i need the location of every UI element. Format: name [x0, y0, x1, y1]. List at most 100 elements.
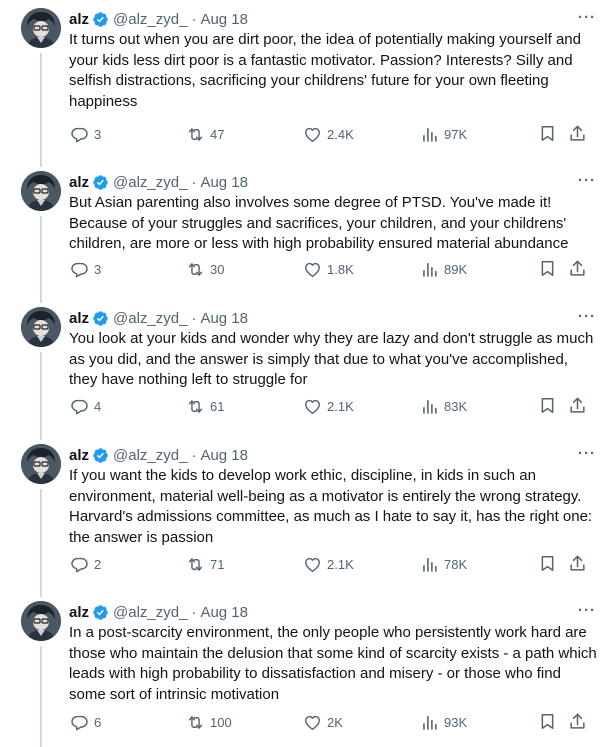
repost-count: 61: [210, 398, 225, 414]
reply-count: 6: [94, 714, 102, 730]
verified-icon: [92, 11, 109, 28]
reply-button[interactable]: 3: [70, 259, 101, 279]
tweet-text: But Asian parenting also involves some d…: [69, 194, 569, 253]
separator: ·: [191, 446, 197, 464]
like-button[interactable]: 2.1K: [303, 396, 354, 416]
repost-button[interactable]: 30: [186, 259, 224, 279]
repost-count: 47: [210, 126, 225, 142]
author-name[interactable]: alz: [69, 310, 89, 327]
share-icon[interactable]: [568, 124, 587, 143]
like-count: 2K: [327, 714, 343, 730]
avatar[interactable]: [21, 8, 61, 48]
more-icon[interactable]: ···: [578, 308, 596, 325]
tweet-text: It turns out when you are dirt poor, the…: [69, 31, 581, 110]
action-bar: 2 71 2.1K 78K: [0, 554, 614, 576]
view-count: 93K: [444, 714, 468, 730]
author-handle[interactable]: @alz_zyd_: [113, 11, 187, 28]
more-icon[interactable]: ···: [578, 602, 596, 619]
repost-icon: [186, 125, 205, 144]
like-icon: [303, 397, 322, 416]
author-handle[interactable]: @alz_zyd_: [113, 310, 187, 327]
repost-icon: [186, 713, 205, 732]
tweet-date[interactable]: Aug 18: [200, 447, 248, 464]
views-button[interactable]: 83K: [420, 396, 467, 416]
tweet-date[interactable]: Aug 18: [200, 310, 248, 327]
like-count: 1.8K: [327, 261, 354, 277]
author-name[interactable]: alz: [69, 447, 89, 464]
repost-icon: [186, 397, 205, 416]
author-name[interactable]: alz: [69, 11, 89, 28]
author-name[interactable]: alz: [69, 174, 89, 191]
thread-line: [40, 53, 42, 167]
share-icon[interactable]: [568, 712, 587, 731]
separator: ·: [191, 173, 197, 191]
avatar[interactable]: [21, 171, 61, 211]
reply-count: 4: [94, 398, 102, 414]
repost-button[interactable]: 71: [186, 554, 224, 574]
bookmark-icon[interactable]: [538, 124, 557, 143]
separator: ·: [191, 603, 197, 621]
views-icon: [420, 555, 439, 574]
tweet-date[interactable]: Aug 18: [200, 174, 248, 191]
reply-button[interactable]: 2: [70, 554, 101, 574]
like-icon: [303, 260, 322, 279]
repost-button[interactable]: 100: [186, 712, 232, 732]
tweet-date[interactable]: Aug 18: [200, 604, 248, 621]
reply-button[interactable]: 3: [70, 124, 101, 144]
action-bar: 4 61 2.1K 83K: [0, 396, 614, 418]
like-button[interactable]: 1.8K: [303, 259, 354, 279]
repost-count: 100: [210, 714, 232, 730]
repost-icon: [186, 260, 205, 279]
views-button[interactable]: 89K: [420, 259, 467, 279]
action-bar: 3 47 2.4K 97K: [0, 124, 614, 146]
bookmark-icon[interactable]: [538, 554, 557, 573]
bookmark-icon[interactable]: [538, 396, 557, 415]
tweet-header: alz @alz_zyd_ · Aug 18 ···: [69, 8, 598, 30]
share-icon[interactable]: [568, 396, 587, 415]
reply-icon: [70, 397, 89, 416]
thread-line: [40, 489, 42, 597]
verified-icon: [92, 447, 109, 464]
reply-icon: [70, 555, 89, 574]
bookmark-icon[interactable]: [538, 712, 557, 731]
tweet-text: In a post-scarcity environment, the only…: [69, 624, 597, 703]
avatar[interactable]: [21, 307, 61, 347]
like-button[interactable]: 2K: [303, 712, 343, 732]
tweet-date[interactable]: Aug 18: [200, 11, 248, 28]
views-button[interactable]: 93K: [420, 712, 467, 732]
views-button[interactable]: 97K: [420, 124, 467, 144]
repost-button[interactable]: 47: [186, 124, 224, 144]
like-count: 2.1K: [327, 398, 354, 414]
more-icon[interactable]: ···: [578, 445, 596, 462]
share-icon[interactable]: [568, 259, 587, 278]
like-count: 2.4K: [327, 126, 354, 142]
bookmark-icon[interactable]: [538, 259, 557, 278]
tweet-text: You look at your kids and wonder why the…: [69, 330, 594, 389]
author-name[interactable]: alz: [69, 604, 89, 621]
tweet-header: alz @alz_zyd_ · Aug 18 ···: [69, 444, 598, 466]
views-icon: [420, 713, 439, 732]
view-count: 89K: [444, 261, 468, 277]
reply-button[interactable]: 4: [70, 396, 101, 416]
reply-button[interactable]: 6: [70, 712, 101, 732]
view-count: 97K: [444, 126, 468, 142]
more-icon[interactable]: ···: [578, 172, 596, 189]
repost-count: 71: [210, 556, 225, 572]
author-handle[interactable]: @alz_zyd_: [113, 174, 187, 191]
views-button[interactable]: 78K: [420, 554, 467, 574]
reply-count: 3: [94, 126, 102, 142]
author-handle[interactable]: @alz_zyd_: [113, 447, 187, 464]
like-count: 2.1K: [327, 556, 354, 572]
author-handle[interactable]: @alz_zyd_: [113, 604, 187, 621]
tweet-header: alz @alz_zyd_ · Aug 18 ···: [69, 171, 598, 193]
views-icon: [420, 125, 439, 144]
repost-button[interactable]: 61: [186, 396, 224, 416]
verified-icon: [92, 604, 109, 621]
more-icon[interactable]: ···: [578, 9, 596, 26]
like-icon: [303, 125, 322, 144]
avatar[interactable]: [21, 444, 61, 484]
avatar[interactable]: [21, 601, 61, 641]
share-icon[interactable]: [568, 554, 587, 573]
like-button[interactable]: 2.4K: [303, 124, 354, 144]
like-button[interactable]: 2.1K: [303, 554, 354, 574]
